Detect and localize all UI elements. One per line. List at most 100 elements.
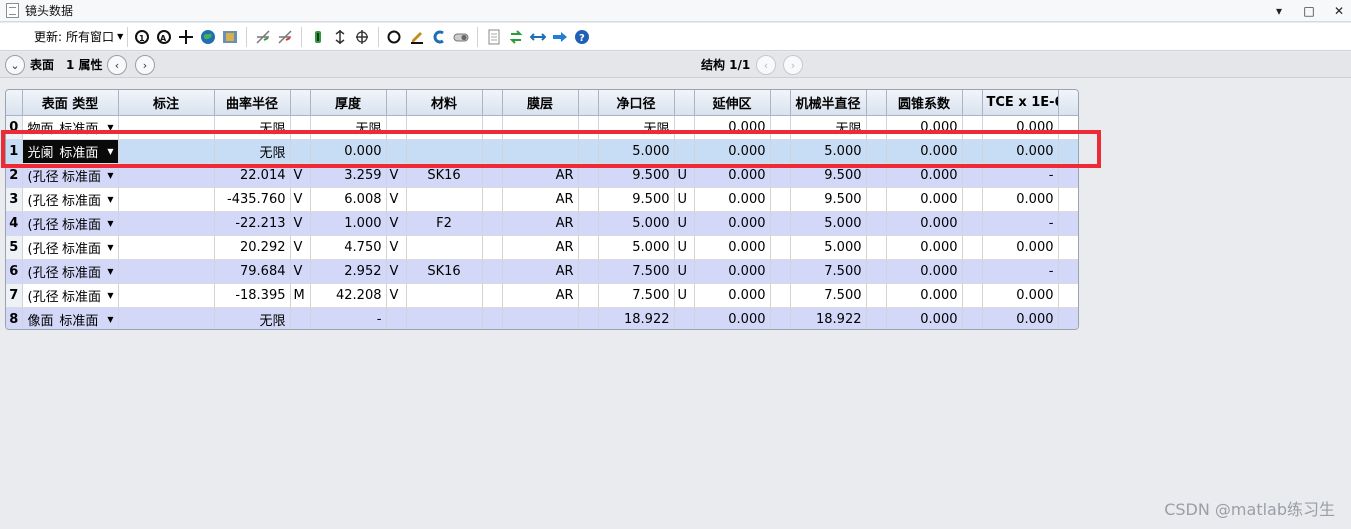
solve-flag-cell[interactable]: V — [290, 187, 311, 212]
split-icon[interactable] — [253, 27, 273, 47]
solve-flag-cell[interactable]: U — [674, 259, 695, 284]
solve-flag-cell[interactable] — [866, 307, 887, 329]
ext-cell[interactable]: 0.000 — [694, 211, 771, 236]
solve-flag-cell[interactable] — [962, 307, 983, 329]
chevron-down-icon[interactable]: ▼ — [107, 147, 113, 156]
green-swap-icon[interactable] — [506, 27, 526, 47]
thick-cell[interactable]: 42.208 — [310, 283, 387, 308]
mat-cell[interactable] — [406, 283, 483, 308]
radius-cell[interactable]: 无限 — [214, 139, 291, 164]
surface-type-select[interactable]: (孔径 标准面 ▼ — [27, 262, 114, 281]
clear-cell[interactable]: 9.500 — [598, 187, 675, 212]
solve-flag-cell[interactable] — [962, 211, 983, 236]
solve-flag-cell[interactable] — [770, 163, 791, 188]
clear-cell[interactable]: 5.000 — [598, 211, 675, 236]
column-header[interactable] — [674, 90, 695, 116]
note-cell[interactable] — [118, 307, 215, 329]
radius-cell[interactable]: 79.684 — [214, 259, 291, 284]
column-header[interactable]: TCE x 1E-6 — [982, 90, 1059, 116]
solve-flag-cell[interactable]: M — [290, 283, 311, 308]
ext-cell[interactable]: 0.000 — [694, 283, 771, 308]
solve-flag-cell[interactable]: U — [674, 235, 695, 260]
solve-flag-cell[interactable] — [1058, 115, 1078, 140]
circle-icon[interactable] — [385, 27, 405, 47]
column-header[interactable]: 材料 — [406, 90, 483, 116]
column-header[interactable]: 膜层 — [502, 90, 579, 116]
solve-flag-cell[interactable] — [962, 163, 983, 188]
surface-type-select[interactable]: (孔径 标准面 ▼ — [27, 166, 114, 185]
solve-flag-cell[interactable] — [674, 115, 695, 140]
mat-cell[interactable] — [406, 307, 483, 329]
coat-cell[interactable]: AR — [502, 283, 579, 308]
solve-flag-cell[interactable] — [386, 115, 407, 140]
solve-flag-cell[interactable] — [290, 307, 311, 329]
chevron-down-icon[interactable]: ▼ — [107, 123, 113, 132]
collapse-button[interactable]: ⌄ — [5, 55, 25, 75]
coat-cell[interactable]: AR — [502, 235, 579, 260]
help-icon[interactable]: ? — [572, 27, 592, 47]
conic-cell[interactable]: 0.000 — [886, 235, 963, 260]
solve-flag-cell[interactable] — [770, 235, 791, 260]
surface-type-select[interactable]: 像面 标准面 ▼ — [27, 310, 114, 329]
solve-flag-cell[interactable] — [770, 307, 791, 329]
column-header[interactable]: 机械半直径 — [790, 90, 867, 116]
solve-flag-cell[interactable] — [1058, 235, 1078, 260]
solve-flag-cell[interactable] — [1058, 139, 1078, 164]
note-cell[interactable] — [118, 163, 215, 188]
column-header[interactable]: 厚度 — [310, 90, 387, 116]
table-row[interactable]: 3 (孔径 标准面 ▼ -435.760 V 6.008 V AR 9.500 U 0.000 9.50… — [6, 187, 1078, 212]
mech-cell[interactable]: 7.500 — [790, 259, 867, 284]
radius-cell[interactable]: -435.760 — [214, 187, 291, 212]
solve-flag-cell[interactable] — [578, 115, 599, 140]
right-arrow-icon[interactable] — [550, 27, 570, 47]
solve-flag-cell[interactable] — [674, 139, 695, 164]
solve-flag-cell[interactable] — [866, 163, 887, 188]
solve-flag-cell[interactable] — [578, 187, 599, 212]
solve-flag-cell[interactable] — [866, 139, 887, 164]
mat-cell[interactable]: SK16 — [406, 163, 483, 188]
solve-flag-cell[interactable] — [578, 211, 599, 236]
clear-cell[interactable]: 7.500 — [598, 283, 675, 308]
table-row[interactable]: 8 像面 标准面 ▼ 无限 - 18.922 0.000 18.922 0.000 0.000 — [6, 307, 1078, 329]
solve-flag-cell[interactable] — [770, 259, 791, 284]
note-cell[interactable] — [118, 259, 215, 284]
solve-flag-cell[interactable] — [962, 283, 983, 308]
row-number[interactable]: 7 — [6, 283, 23, 308]
solve-flag-cell[interactable] — [386, 139, 407, 164]
coat-cell[interactable]: AR — [502, 211, 579, 236]
tce-cell[interactable]: - — [982, 211, 1059, 236]
ext-cell[interactable]: 0.000 — [694, 259, 771, 284]
thick-cell[interactable]: 2.952 — [310, 259, 387, 284]
solve-flag-cell[interactable] — [962, 235, 983, 260]
row-number[interactable]: 3 — [6, 187, 23, 212]
solve-flag-cell[interactable] — [290, 139, 311, 164]
row-number[interactable]: 8 — [6, 307, 23, 329]
column-header[interactable] — [482, 90, 503, 116]
next-property-button[interactable]: › — [135, 55, 155, 75]
conic-cell[interactable]: 0.000 — [886, 283, 963, 308]
solve-flag-cell[interactable] — [386, 307, 407, 329]
table-row[interactable]: 2 (孔径 标准面 ▼ 22.014 V 3.259 V SK16 AR 9.500 U 0.000 9.… — [6, 163, 1078, 188]
mech-cell[interactable]: 5.000 — [790, 211, 867, 236]
coat-cell[interactable] — [502, 115, 579, 140]
conic-cell[interactable]: 0.000 — [886, 307, 963, 329]
tce-cell[interactable]: - — [982, 163, 1059, 188]
thick-cell[interactable]: 6.008 — [310, 187, 387, 212]
surface-type-cell[interactable]: 物面 标准面 ▼ — [22, 115, 119, 140]
note-cell[interactable] — [118, 139, 215, 164]
column-header[interactable]: 圆锥系数 — [886, 90, 963, 116]
restore-icon[interactable]: □ — [1303, 0, 1315, 22]
solve-flag-cell[interactable] — [578, 259, 599, 284]
globe-icon[interactable] — [198, 27, 218, 47]
chevron-down-icon[interactable]: ▼ — [107, 315, 113, 324]
solve-flag-cell[interactable] — [482, 139, 503, 164]
conic-cell[interactable]: 0.000 — [886, 115, 963, 140]
solve-flag-cell[interactable] — [674, 307, 695, 329]
coat-cell[interactable]: AR — [502, 259, 579, 284]
table-row[interactable]: 4 (孔径 标准面 ▼ -22.213 V 1.000 V F2 AR 5.000 U 0.000 5.0… — [6, 211, 1078, 236]
surface-type-select[interactable]: (孔径 标准面 ▼ — [27, 214, 114, 233]
solve-flag-cell[interactable]: V — [290, 211, 311, 236]
column-header[interactable]: 曲率半径 — [214, 90, 291, 116]
mat-cell[interactable] — [406, 139, 483, 164]
column-header[interactable] — [578, 90, 599, 116]
